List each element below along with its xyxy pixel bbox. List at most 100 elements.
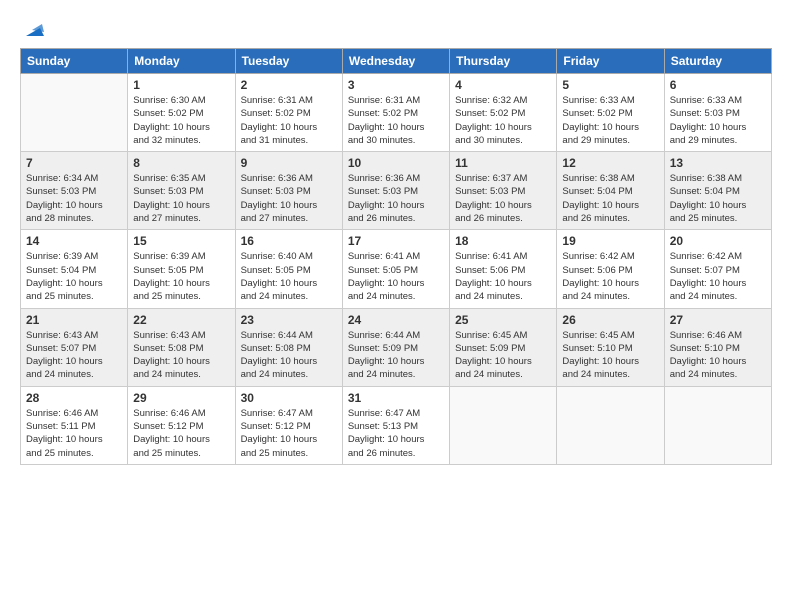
day-number: 17 (348, 234, 444, 248)
day-number: 16 (241, 234, 337, 248)
day-info: Sunrise: 6:36 AMSunset: 5:03 PMDaylight:… (348, 172, 444, 225)
calendar-cell: 16 Sunrise: 6:40 AMSunset: 5:05 PMDayligh… (235, 230, 342, 308)
day-number: 4 (455, 78, 551, 92)
day-number: 28 (26, 391, 122, 405)
day-info: Sunrise: 6:42 AMSunset: 5:07 PMDaylight:… (670, 250, 766, 303)
calendar-cell: 13 Sunrise: 6:38 AMSunset: 5:04 PMDayligh… (664, 152, 771, 230)
calendar-cell: 17 Sunrise: 6:41 AMSunset: 5:05 PMDayligh… (342, 230, 449, 308)
day-info: Sunrise: 6:46 AMSunset: 5:11 PMDaylight:… (26, 407, 122, 460)
day-info: Sunrise: 6:44 AMSunset: 5:09 PMDaylight:… (348, 329, 444, 382)
day-number: 6 (670, 78, 766, 92)
day-info: Sunrise: 6:47 AMSunset: 5:12 PMDaylight:… (241, 407, 337, 460)
calendar-cell: 11 Sunrise: 6:37 AMSunset: 5:03 PMDayligh… (450, 152, 557, 230)
day-of-week-header: Monday (128, 49, 235, 74)
day-number: 24 (348, 313, 444, 327)
day-number: 30 (241, 391, 337, 405)
day-number: 18 (455, 234, 551, 248)
day-of-week-header: Tuesday (235, 49, 342, 74)
day-number: 3 (348, 78, 444, 92)
calendar-cell: 28 Sunrise: 6:46 AMSunset: 5:11 PMDayligh… (21, 386, 128, 464)
day-info: Sunrise: 6:44 AMSunset: 5:08 PMDaylight:… (241, 329, 337, 382)
day-number: 27 (670, 313, 766, 327)
day-info: Sunrise: 6:37 AMSunset: 5:03 PMDaylight:… (455, 172, 551, 225)
day-number: 2 (241, 78, 337, 92)
day-info: Sunrise: 6:41 AMSunset: 5:06 PMDaylight:… (455, 250, 551, 303)
day-number: 29 (133, 391, 229, 405)
day-number: 26 (562, 313, 658, 327)
calendar-cell: 9Sunrise: 6:36 AMSunset: 5:03 PMDaylight… (235, 152, 342, 230)
calendar-week-row: 1 Sunrise: 6:30 AMSunset: 5:02 PMDaylight… (21, 74, 772, 152)
day-info: Sunrise: 6:43 AMSunset: 5:07 PMDaylight:… (26, 329, 122, 382)
calendar-cell: 19Sunrise: 6:42 AMSunset: 5:06 PMDayligh… (557, 230, 664, 308)
day-info: Sunrise: 6:31 AMSunset: 5:02 PMDaylight:… (348, 94, 444, 147)
day-of-week-header: Friday (557, 49, 664, 74)
calendar-header-row: SundayMondayTuesdayWednesdayThursdayFrid… (21, 49, 772, 74)
calendar-cell: 26 Sunrise: 6:45 AMSunset: 5:10 PMDayligh… (557, 308, 664, 386)
day-number: 22 (133, 313, 229, 327)
calendar-cell: 22Sunrise: 6:43 AMSunset: 5:08 PMDayligh… (128, 308, 235, 386)
day-info: Sunrise: 6:36 AMSunset: 5:03 PMDaylight:… (241, 172, 337, 225)
calendar-week-row: 28 Sunrise: 6:46 AMSunset: 5:11 PMDayligh… (21, 386, 772, 464)
calendar-cell: 10 Sunrise: 6:36 AMSunset: 5:03 PMDayligh… (342, 152, 449, 230)
calendar-cell: 4Sunrise: 6:32 AMSunset: 5:02 PMDaylight… (450, 74, 557, 152)
day-number: 15 (133, 234, 229, 248)
day-number: 7 (26, 156, 122, 170)
day-info: Sunrise: 6:35 AMSunset: 5:03 PMDaylight:… (133, 172, 229, 225)
calendar-cell: 18 Sunrise: 6:41 AMSunset: 5:06 PMDayligh… (450, 230, 557, 308)
day-info: Sunrise: 6:34 AMSunset: 5:03 PMDaylight:… (26, 172, 122, 225)
calendar-week-row: 14Sunrise: 6:39 AMSunset: 5:04 PMDayligh… (21, 230, 772, 308)
calendar-cell: 12 Sunrise: 6:38 AMSunset: 5:04 PMDayligh… (557, 152, 664, 230)
day-info: Sunrise: 6:30 AMSunset: 5:02 PMDaylight:… (133, 94, 229, 147)
calendar-cell: 7 Sunrise: 6:34 AMSunset: 5:03 PMDaylight… (21, 152, 128, 230)
day-number: 12 (562, 156, 658, 170)
day-number: 21 (26, 313, 122, 327)
day-info: Sunrise: 6:31 AMSunset: 5:02 PMDaylight:… (241, 94, 337, 147)
calendar-cell: 30 Sunrise: 6:47 AMSunset: 5:12 PMDayligh… (235, 386, 342, 464)
day-number: 1 (133, 78, 229, 92)
calendar-cell: 3 Sunrise: 6:31 AMSunset: 5:02 PMDaylight… (342, 74, 449, 152)
calendar-cell (557, 386, 664, 464)
day-of-week-header: Saturday (664, 49, 771, 74)
day-of-week-header: Wednesday (342, 49, 449, 74)
calendar-cell: 25Sunrise: 6:45 AMSunset: 5:09 PMDayligh… (450, 308, 557, 386)
calendar-cell: 29Sunrise: 6:46 AMSunset: 5:12 PMDayligh… (128, 386, 235, 464)
day-number: 20 (670, 234, 766, 248)
day-info: Sunrise: 6:39 AMSunset: 5:05 PMDaylight:… (133, 250, 229, 303)
day-info: Sunrise: 6:40 AMSunset: 5:05 PMDaylight:… (241, 250, 337, 303)
calendar-cell (21, 74, 128, 152)
day-number: 23 (241, 313, 337, 327)
day-number: 25 (455, 313, 551, 327)
page: SundayMondayTuesdayWednesdayThursdayFrid… (0, 0, 792, 612)
day-number: 5 (562, 78, 658, 92)
day-info: Sunrise: 6:38 AMSunset: 5:04 PMDaylight:… (562, 172, 658, 225)
calendar-cell: 24 Sunrise: 6:44 AMSunset: 5:09 PMDayligh… (342, 308, 449, 386)
calendar-cell: 1 Sunrise: 6:30 AMSunset: 5:02 PMDaylight… (128, 74, 235, 152)
day-number: 14 (26, 234, 122, 248)
day-info: Sunrise: 6:46 AMSunset: 5:10 PMDaylight:… (670, 329, 766, 382)
day-number: 11 (455, 156, 551, 170)
logo (20, 18, 44, 36)
day-of-week-header: Sunday (21, 49, 128, 74)
day-info: Sunrise: 6:45 AMSunset: 5:10 PMDaylight:… (562, 329, 658, 382)
day-number: 10 (348, 156, 444, 170)
day-of-week-header: Thursday (450, 49, 557, 74)
calendar-cell: 23 Sunrise: 6:44 AMSunset: 5:08 PMDayligh… (235, 308, 342, 386)
calendar-table: SundayMondayTuesdayWednesdayThursdayFrid… (20, 48, 772, 465)
header (20, 18, 772, 36)
calendar-cell: 14Sunrise: 6:39 AMSunset: 5:04 PMDayligh… (21, 230, 128, 308)
calendar-week-row: 21 Sunrise: 6:43 AMSunset: 5:07 PMDayligh… (21, 308, 772, 386)
day-info: Sunrise: 6:33 AMSunset: 5:02 PMDaylight:… (562, 94, 658, 147)
logo-icon (22, 18, 44, 40)
calendar-cell (450, 386, 557, 464)
calendar-cell: 5 Sunrise: 6:33 AMSunset: 5:02 PMDaylight… (557, 74, 664, 152)
day-info: Sunrise: 6:33 AMSunset: 5:03 PMDaylight:… (670, 94, 766, 147)
calendar-cell: 27 Sunrise: 6:46 AMSunset: 5:10 PMDayligh… (664, 308, 771, 386)
day-number: 13 (670, 156, 766, 170)
calendar-cell: 6 Sunrise: 6:33 AMSunset: 5:03 PMDaylight… (664, 74, 771, 152)
calendar-cell: 20 Sunrise: 6:42 AMSunset: 5:07 PMDayligh… (664, 230, 771, 308)
day-info: Sunrise: 6:41 AMSunset: 5:05 PMDaylight:… (348, 250, 444, 303)
calendar-cell: 15 Sunrise: 6:39 AMSunset: 5:05 PMDayligh… (128, 230, 235, 308)
day-info: Sunrise: 6:38 AMSunset: 5:04 PMDaylight:… (670, 172, 766, 225)
calendar-cell: 31Sunrise: 6:47 AMSunset: 5:13 PMDayligh… (342, 386, 449, 464)
day-info: Sunrise: 6:42 AMSunset: 5:06 PMDaylight:… (562, 250, 658, 303)
